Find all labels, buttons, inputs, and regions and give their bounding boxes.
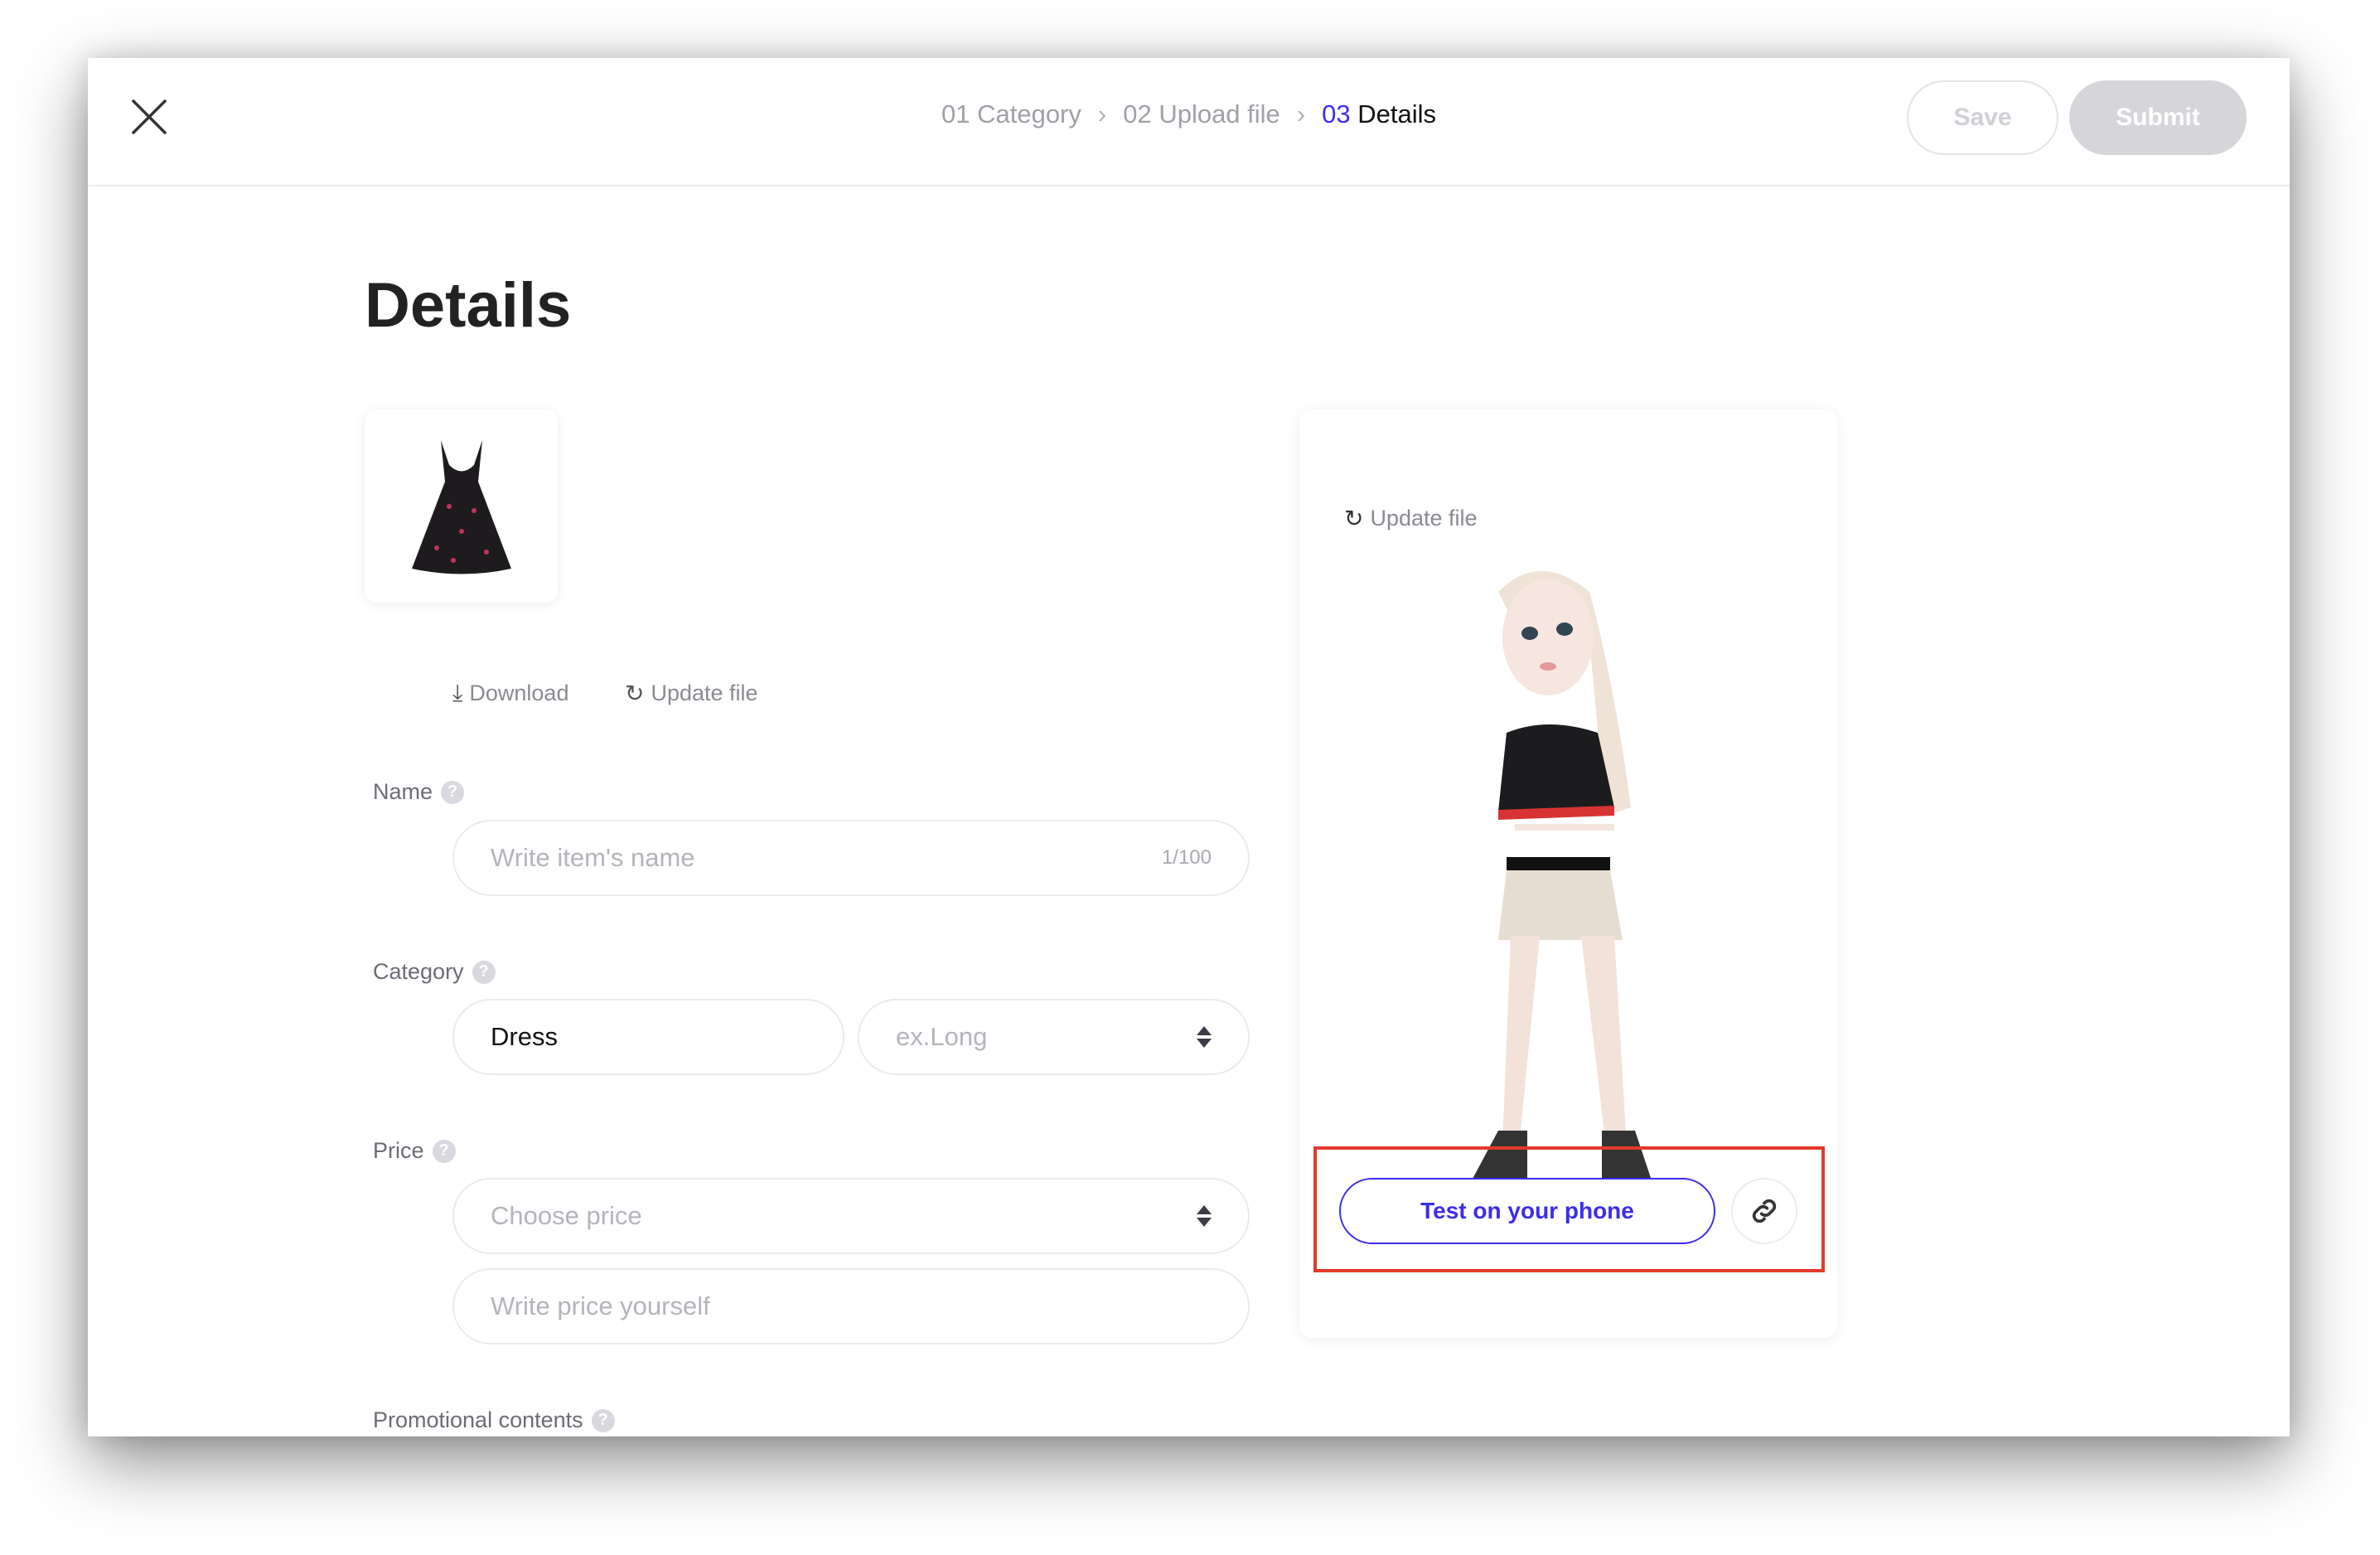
price-label: Price? bbox=[373, 1138, 456, 1164]
test-on-phone-button[interactable]: Test on your phone bbox=[1339, 1178, 1715, 1244]
name-label: Name? bbox=[373, 779, 465, 805]
promo-label: Promotional contents? bbox=[373, 1407, 615, 1433]
submit-button[interactable]: Submit bbox=[2069, 80, 2247, 155]
download-icon: ⤓ bbox=[452, 680, 463, 705]
breadcrumb-step-upload[interactable]: 02 Upload file bbox=[1123, 99, 1280, 128]
dress-image bbox=[411, 439, 511, 574]
breadcrumb-step-number: 03 bbox=[1322, 99, 1351, 128]
save-button[interactable]: Save bbox=[1907, 80, 2058, 155]
chevron-right-icon: › bbox=[1097, 99, 1107, 128]
preview-update-file-link[interactable]: ↻ Update file bbox=[1344, 505, 1478, 532]
breadcrumb-step-details: Details bbox=[1357, 99, 1436, 128]
category-label: Category? bbox=[373, 959, 496, 985]
chevron-right-icon: › bbox=[1296, 99, 1306, 128]
update-file-link[interactable]: ↻ Update file bbox=[625, 680, 758, 707]
help-icon[interactable]: ? bbox=[591, 1408, 615, 1432]
char-counter: 1/100 bbox=[1161, 846, 1212, 869]
help-icon[interactable]: ? bbox=[441, 780, 465, 804]
refresh-icon: ↻ bbox=[625, 681, 645, 706]
name-input[interactable]: Write item's name 1/100 bbox=[452, 820, 1250, 896]
refresh-icon: ↻ bbox=[1344, 506, 1364, 531]
copy-link-button[interactable] bbox=[1731, 1178, 1797, 1244]
help-icon[interactable]: ? bbox=[432, 1139, 456, 1163]
breadcrumb-step-category[interactable]: 01 Category bbox=[941, 99, 1081, 128]
select-arrows-icon bbox=[1197, 1026, 1212, 1048]
item-thumbnail bbox=[365, 409, 558, 603]
category-input[interactable]: Dress bbox=[452, 999, 844, 1075]
page-title: Details bbox=[365, 270, 572, 341]
subcategory-select[interactable]: ex.Long bbox=[858, 999, 1250, 1075]
select-arrows-icon bbox=[1197, 1205, 1212, 1227]
header: 01 Category › 02 Upload file › 03 Details Sa… bbox=[88, 58, 2290, 187]
link-icon bbox=[1752, 1199, 1777, 1223]
avatar-preview bbox=[1465, 571, 1656, 1193]
download-link[interactable]: ⤓ Download bbox=[452, 680, 568, 707]
price-input[interactable]: Write price yourself bbox=[452, 1268, 1250, 1344]
price-select[interactable]: Choose price bbox=[452, 1178, 1250, 1254]
help-icon[interactable]: ? bbox=[472, 960, 496, 984]
